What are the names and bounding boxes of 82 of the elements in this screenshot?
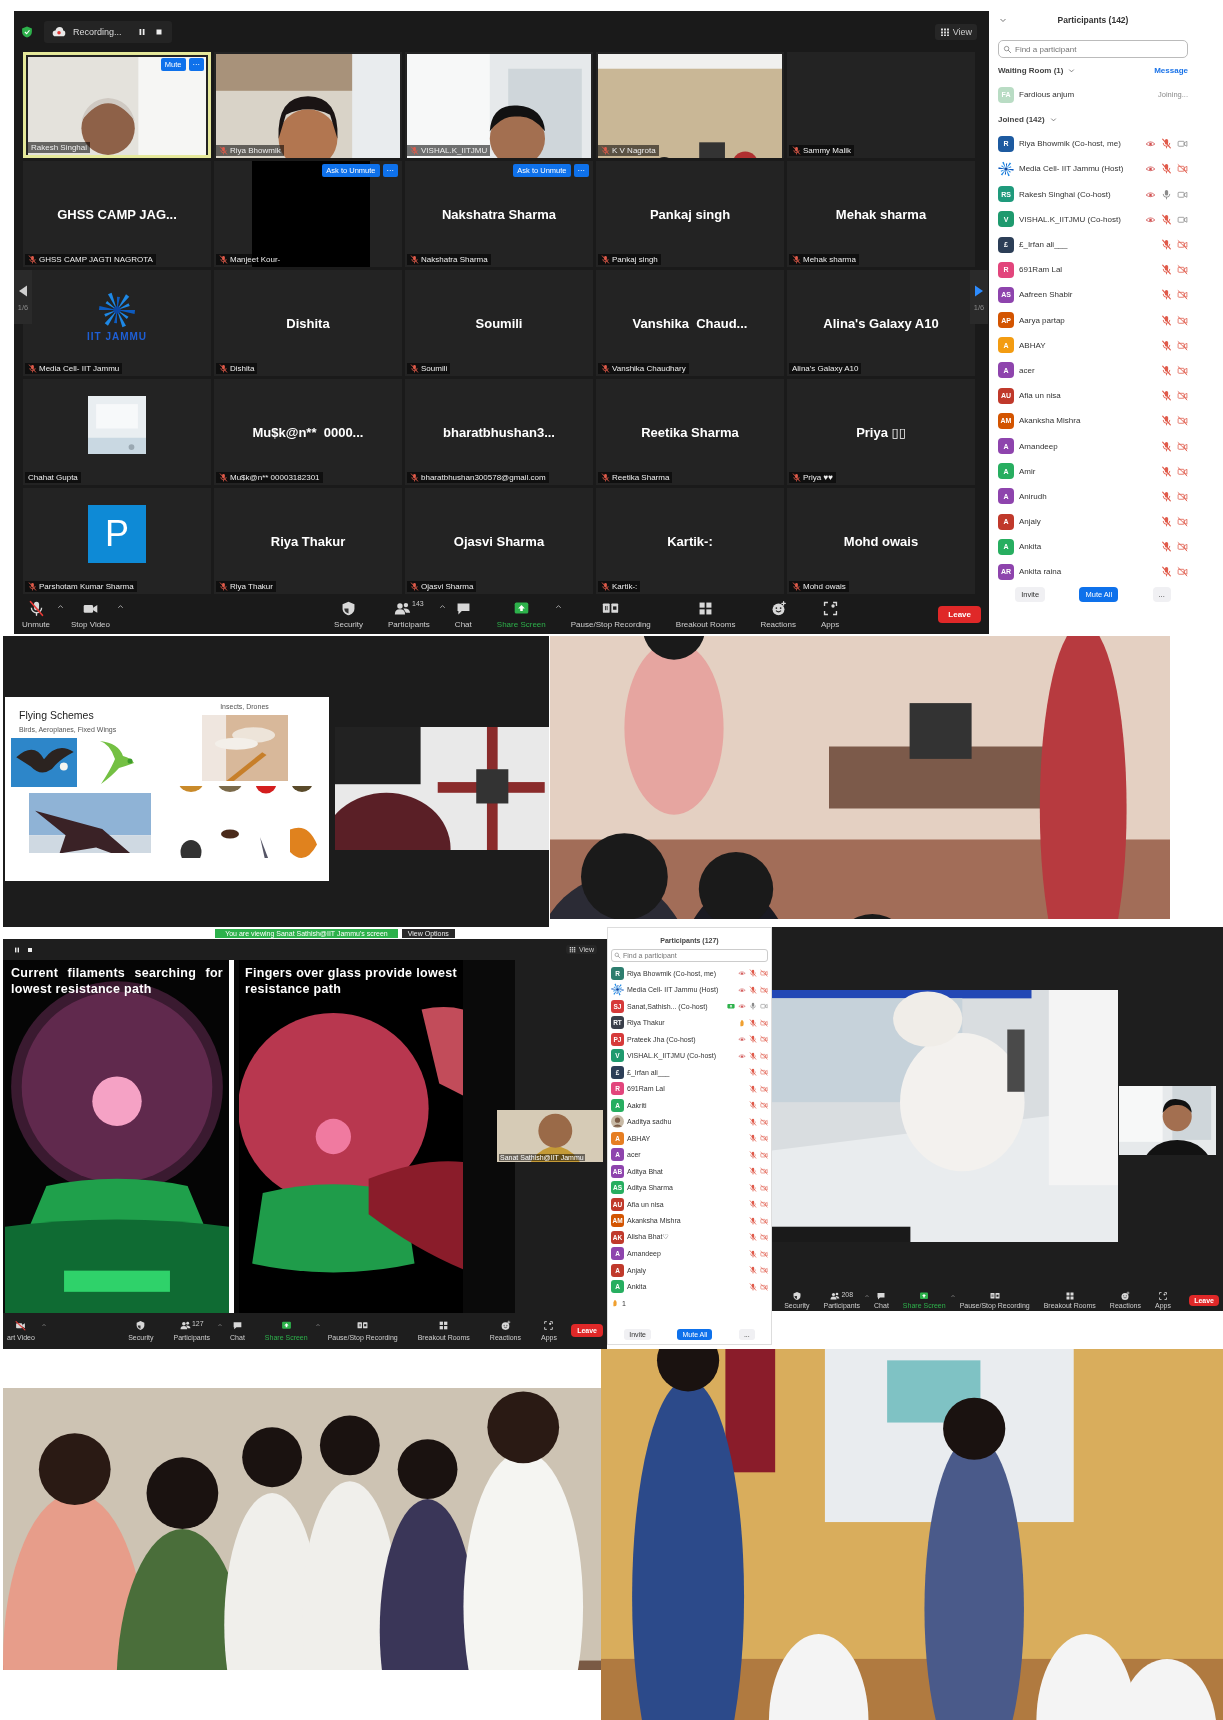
participant-name: bharatbhushan3... [443,424,555,440]
name-label: Ojasvi Sharma [421,582,474,591]
participant-name: Rakesh Singhai (Co-host) [1019,189,1112,199]
participant-name: Pankaj singh [649,206,731,222]
slide-title: Flying Schemes [19,709,95,721]
participant-name: Mohd owais [843,533,919,549]
section-heading[interactable]: Joined (142) [998,114,1045,124]
slide-caption: Current filaments searching for lowest resistance path [11,966,223,998]
name-label: Riya Thakur [230,582,273,591]
name-label: Rakesh Singhai [31,143,88,152]
participant-name: Mehak sharma [835,206,927,222]
toolbar-button[interactable]: Share Screen [496,599,546,629]
participant-name: Aafreen Shabir [1019,290,1074,300]
participant-name: £_Irfan ali___ [1019,240,1069,250]
name-label: Sammy Malik [803,146,851,155]
toolbar-button[interactable]: Stop Video [71,599,110,629]
name-label: VISHAL.K_IITJMU [421,146,488,155]
participant-name: Fardious anjum [1019,90,1076,100]
participant-name: Media Cell- IIT Jammu (Host) [1019,164,1125,174]
logo-text: IIT JAMMU [86,330,148,342]
participant-name: Anirudh [1019,491,1048,501]
participant-name: Akanksha Mishra [1019,416,1082,426]
name-label: K V Nagrota [612,146,656,155]
message-link[interactable]: Message [1154,65,1188,75]
participant-name: Amandeep [1019,441,1059,451]
participant-name: Priya ▯▯ [856,424,906,440]
name-label: Media Cell- IIT Jammu [39,364,120,373]
participant-name: Aarya partap [1019,315,1066,325]
name-label: Reetika Sharma [612,473,670,482]
name-label: Priya ♥♥ [803,473,833,482]
name-label: Manjeet Kour- [230,255,281,264]
participant-name: Nakshatra Sharma [441,206,557,222]
toolbar-button[interactable]: Pause/Stop Recording [570,599,651,629]
name-label: Soumili [421,364,448,373]
name-label: Chahat Gupta [28,473,78,482]
toolbar-button[interactable]: Security [334,599,363,629]
name-label: bharatbhushan300578@gmail.com [421,473,546,482]
name-label: Mu$k@n** 00003182301 [230,473,320,482]
toolbar-button[interactable]: Chat [454,599,472,629]
view-button[interactable]: View [934,23,977,40]
participant-name: ABHAY [1019,340,1047,350]
name-label: Pankaj singh [612,255,658,264]
participant-name: Afia un nisa [1019,391,1062,401]
participant-name: Mu$k@n** 0000... [252,424,364,440]
toolbar-button[interactable]: Breakout Rooms [675,599,736,629]
name-label: Alina's Galaxy A10 [792,364,859,373]
participant-name: Anjaly [1019,517,1042,527]
avatar: P [88,505,146,563]
toolbar-button[interactable]: Apps [820,599,840,629]
name-label: Riya Bhowmik [230,146,281,155]
participant-name: Amir [1019,466,1037,476]
participant-name: Ankita [1019,542,1043,552]
name-label: Kartik-: [612,582,638,591]
participant-name: Riya Bhowmik (Co-host, me) [1019,139,1122,149]
participant-name: Soumili [475,315,523,331]
name-label: Mohd owais [803,582,846,591]
search-field[interactable]: Find a participant [998,40,1188,58]
toolbar-button[interactable]: Reactions [760,599,796,629]
slide-caption: Fingers over glass provide lowest resistance path [245,966,457,998]
participant-name: Ojasvi Sharma [453,533,545,549]
participant-name: Ankita raina [1019,567,1063,577]
section-heading[interactable]: Waiting Room (1) [998,65,1064,75]
participant-name: Alina's Galaxy A10 [823,315,939,331]
participant-name: VISHAL.K_IITJMU (Co-host) [1019,214,1122,224]
recording-label: Recording... [73,26,122,37]
leave-button[interactable]: Leave [938,605,981,623]
participant-name: Vanshika Chaud... [632,315,748,331]
participant-name: Kartik-: [667,533,713,549]
name-label: Parshotam Kumar Sharma [39,582,134,591]
participant-name: Dishita [286,315,330,331]
name-label: Mehak sharma [803,255,856,264]
participant-name: acer [1019,365,1036,375]
panel-title: Participants (142) [1056,15,1130,25]
name-label: Nakshatra Sharma [421,255,488,264]
toolbar-button[interactable]: Unmute [22,599,50,629]
name-label: GHSS CAMP JAGTI NAGROTA [39,255,153,264]
participant-name: Reetika Sharma [641,424,739,440]
participant-name: GHSS CAMP JAG... [57,206,177,222]
name-label: Dishita [230,364,255,373]
name-label: Vanshika Chaudhary [612,364,686,373]
participant-name: Riya Thakur [270,533,346,549]
participant-name: 691Ram Lal [1019,265,1064,275]
